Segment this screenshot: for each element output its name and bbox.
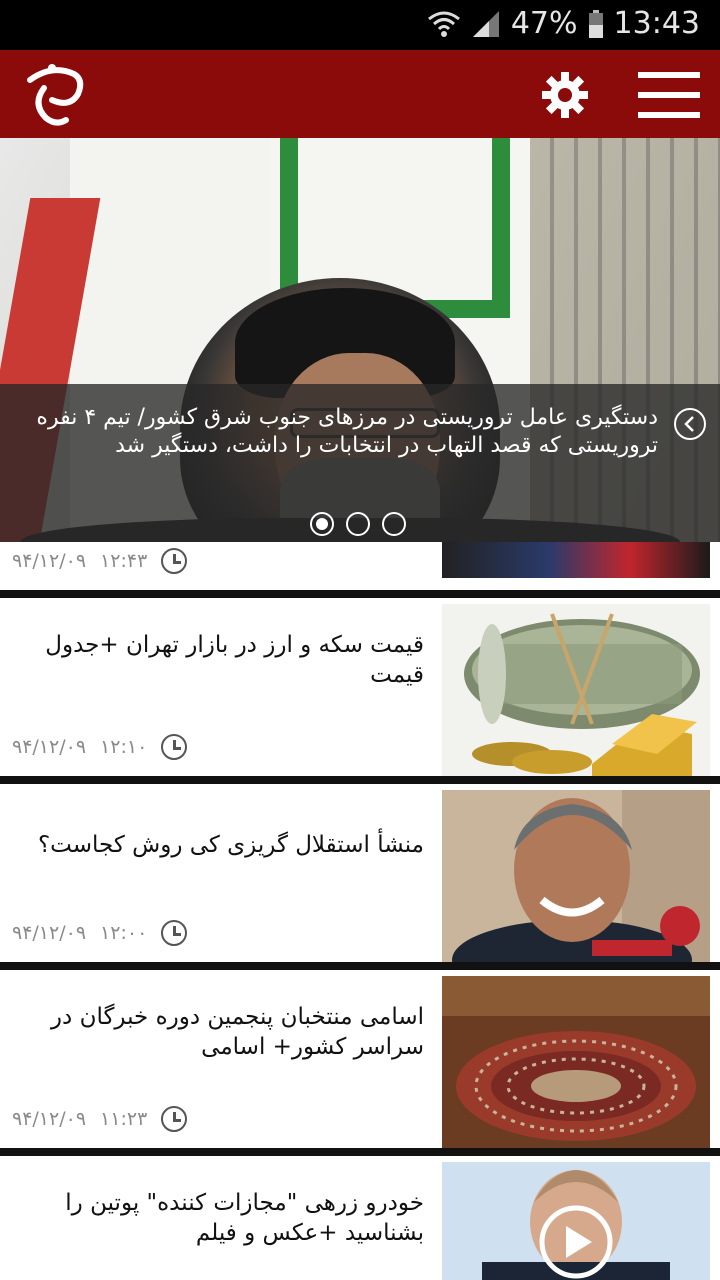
chevron-left-icon[interactable] — [674, 408, 706, 440]
news-thumbnail — [442, 604, 710, 776]
news-item[interactable]: خودرو زرهی "مجازات کننده" پوتین را بشناس… — [0, 1148, 720, 1280]
divider — [0, 590, 720, 598]
news-time: ۱۲:۱۰ — [100, 736, 148, 758]
battery-percent: 47% — [510, 6, 578, 41]
news-date: ۹۴/۱۲/۰۹ — [12, 550, 87, 572]
clock-icon — [161, 1106, 188, 1132]
news-thumbnail — [442, 976, 710, 1148]
news-title[interactable]: قیمت سکه و ارز در بازار تهران +جدول قیمت — [14, 630, 424, 690]
app-bar — [0, 50, 720, 138]
news-time: ۱۲:۴۳ — [100, 550, 148, 572]
news-meta: ۹۴/۱۲/۰۹ ۱۲:۴۳ — [12, 548, 188, 574]
news-title[interactable]: خودرو زرهی "مجازات کننده" پوتین را بشناس… — [14, 1188, 424, 1248]
signal-icon — [471, 9, 501, 39]
status-icons: 47% 13:43 — [427, 6, 700, 41]
news-item[interactable]: ۹۴/۱۲/۰۹ ۱۲:۴۳ — [0, 542, 720, 590]
news-date: ۹۴/۱۲/۰۹ — [12, 1108, 87, 1130]
news-item[interactable]: اسامی منتخبان پنجمین دوره خبرگان در سراس… — [0, 962, 720, 1148]
news-date: ۹۴/۱۲/۰۹ — [12, 736, 87, 758]
news-meta: ۹۴/۱۲/۰۹ ۱۲:۰۰ — [12, 920, 188, 946]
divider — [0, 776, 720, 784]
clock-icon — [161, 920, 188, 946]
gear-icon[interactable] — [540, 70, 590, 120]
news-title[interactable]: منشأ استقلال گریزی کی روش کجاست؟ — [14, 830, 424, 860]
hamburger-icon[interactable] — [638, 70, 700, 120]
wifi-icon — [427, 9, 461, 39]
news-date: ۹۴/۱۲/۰۹ — [12, 922, 87, 944]
news-thumbnail — [442, 542, 710, 578]
news-time: ۱۱:۲۳ — [100, 1108, 148, 1130]
news-title[interactable]: اسامی منتخبان پنجمین دوره خبرگان در سراس… — [14, 1002, 424, 1062]
news-thumbnail — [442, 790, 710, 962]
news-time: ۱۲:۰۰ — [100, 922, 148, 944]
news-item[interactable]: قیمت سکه و ارز در بازار تهران +جدول قیمت… — [0, 590, 720, 776]
news-item[interactable]: منشأ استقلال گریزی کی روش کجاست؟ ۹۴/۱۲/۰… — [0, 776, 720, 962]
hero-caption: دستگیری عامل تروریستی در مرزهای جنوب شرق… — [36, 405, 658, 458]
slider-dot-3[interactable] — [382, 512, 406, 536]
news-meta: ۹۴/۱۲/۰۹ ۱۲:۱۰ — [12, 734, 188, 760]
divider — [0, 962, 720, 970]
news-thumbnail — [442, 1162, 710, 1280]
slider-dot-2[interactable] — [346, 512, 370, 536]
app-logo-icon[interactable] — [22, 60, 90, 128]
news-meta: ۹۴/۱۲/۰۹ ۱۱:۲۳ — [12, 1106, 188, 1132]
status-bar: 47% 13:43 — [0, 0, 720, 50]
slider-dot-1[interactable] — [310, 512, 334, 536]
divider — [0, 1148, 720, 1156]
clock-time: 13:43 — [613, 6, 700, 41]
clock-icon — [161, 734, 188, 760]
slider-pagination — [310, 512, 406, 536]
battery-icon — [588, 9, 604, 39]
clock-icon — [161, 548, 188, 574]
